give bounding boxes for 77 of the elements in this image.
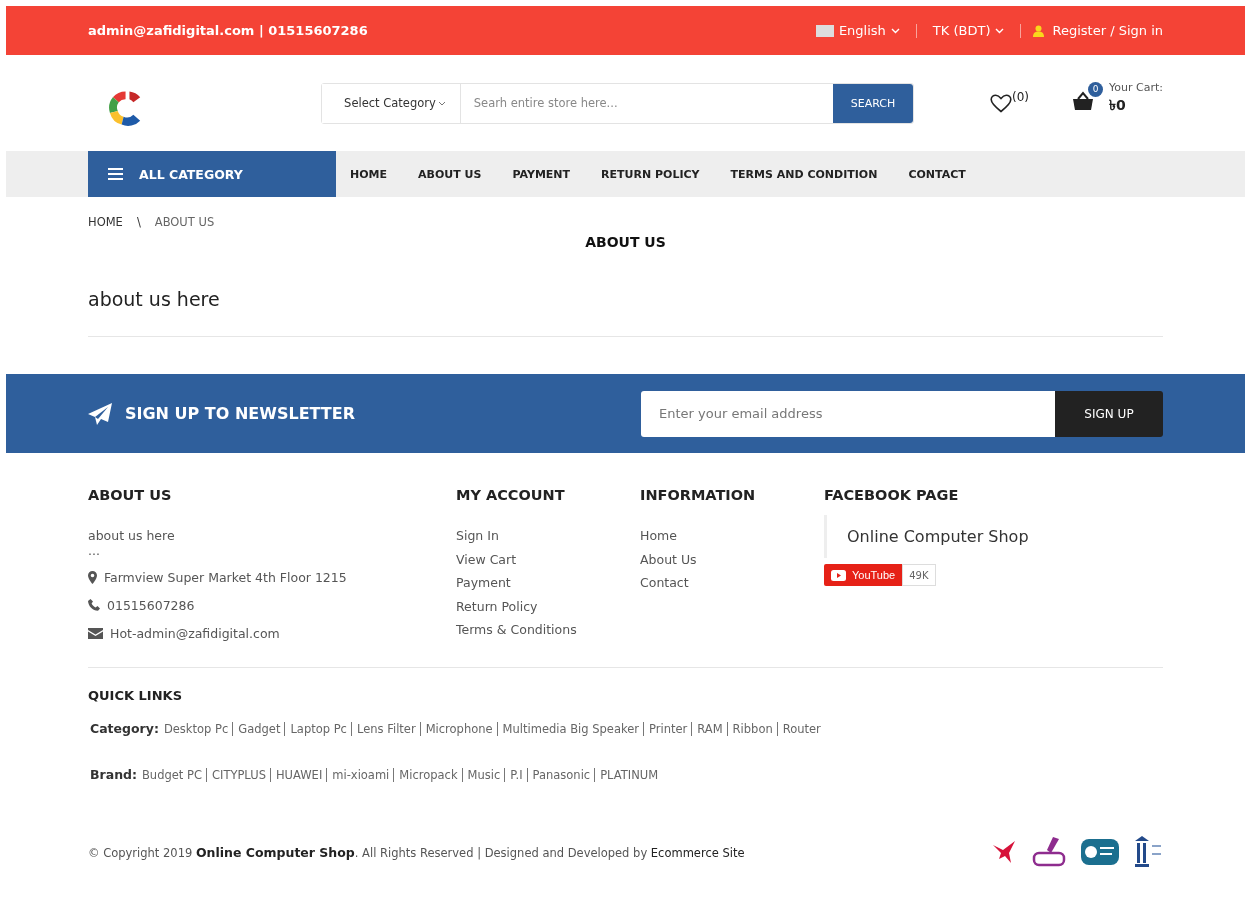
quick-link[interactable]: HUAWEI [275,768,328,782]
quick-link[interactable]: Panasonic [532,768,596,782]
youtube-button[interactable]: YouTube [824,564,903,586]
language-dropdown[interactable]: English [811,23,904,38]
all-category-button[interactable]: ALL CATEGORY [88,151,336,197]
phone-text: 01515607286 [107,597,195,613]
quick-link[interactable]: RAM [697,722,728,736]
bank-pillar-icon [1133,835,1163,869]
search-bar[interactable]: Select Category Searh entire store here... SEARCH [321,82,915,124]
category-select[interactable]: Select Category [322,83,461,123]
footer-heading: MY ACCOUNT [456,487,566,503]
address-text: Farmview Super Market 4th Floor 1215 [104,569,347,585]
play-icon [831,569,846,581]
search-button[interactable]: SEARCH [833,83,914,123]
developer-link[interactable]: Ecommerce Site [650,845,745,860]
quick-link[interactable]: CITYPLUS [211,768,271,782]
contact-info: admin@zafidigital.com | 01515607286 [88,23,368,38]
footer-heading: INFORMATION [640,487,757,503]
quick-link[interactable]: Micropack [399,768,463,782]
email-text: Hot-admin@zafidigital.com [110,625,280,641]
email-field[interactable]: Enter your email address [641,390,1055,437]
quick-link[interactable]: Gadget [238,722,286,736]
nav-link[interactable]: CONTACT [908,151,966,197]
quick-link[interactable]: PLATINUM [600,768,663,782]
quick-links-label: Brand: [90,767,137,782]
menu-icon [108,168,123,180]
heart-icon[interactable] [990,93,1013,113]
quick-link[interactable]: Multimedia Big Speaker [502,722,644,736]
flag-icon [815,24,834,37]
quick-links-heading: QUICK LINKS [88,688,184,703]
breadcrumb-link[interactable]: HOME [88,215,123,229]
sign-up-button[interactable]: SIGN UP [1055,390,1163,437]
quick-link[interactable]: Router [782,722,825,736]
newsletter-title: SIGN UP TO NEWSLETTER [125,404,355,423]
about-ellipsis: ... [88,545,101,557]
chevron-down-icon [437,100,446,106]
breadcrumb-link[interactable]: ABOUT US [154,215,215,229]
nav-link[interactable]: ABOUT US [418,151,482,197]
subscriber-count: 49K [902,564,936,586]
quick-link[interactable]: P.I [510,768,528,782]
location-pin-icon [88,570,97,584]
nav-link[interactable]: PAYMENT [512,151,571,197]
quick-link[interactable]: Laptop Pc [290,722,352,736]
paper-plane-icon [88,402,112,425]
quick-link[interactable]: mi-xioami [332,768,395,782]
user-icon [1033,24,1045,37]
cart-count-badge: 0 [1088,81,1104,97]
chevron-down-icon [890,27,900,34]
quick-link[interactable]: Microphone [425,722,498,736]
quick-link[interactable]: Printer [649,722,693,736]
cart-icon[interactable] [1071,90,1096,111]
register-link[interactable]: Register / Sign in [1052,23,1163,38]
breadcrumb-separator: \ [136,215,141,229]
quick-link[interactable]: Budget PC [142,768,207,782]
nav-link[interactable]: RETURN POLICY [601,151,700,197]
quick-link[interactable]: Music [467,768,506,782]
page-body-text: about us here [88,288,221,310]
quick-links-label: Category: [90,721,159,736]
copyright-text: © Copyright 2019 Online Computer Shop. All Rights Reserved | Designed and Developed by Ecommerce Site [88,844,745,860]
cash-on-delivery-icon [1081,839,1119,865]
footer-heading: FACEBOOK PAGE [824,487,960,503]
chevron-down-icon [995,27,1005,34]
facebook-page-link[interactable]: Online Computer Shop [847,527,1029,546]
nav-link[interactable]: HOME [350,151,388,197]
currency-dropdown[interactable]: TK (BDT) [928,23,1009,38]
cart-label: Your Cart: [1109,80,1163,94]
quick-link[interactable]: Desktop Pc [163,722,234,736]
cart-total: ৳0 [1109,95,1127,115]
footer-heading: ABOUT US [88,487,173,503]
phone-icon [88,599,100,611]
envelope-icon [88,627,103,639]
nav-link[interactable]: TERMS AND CONDITION [730,151,878,197]
page-title: ABOUT US [584,234,667,250]
about-text: about us here [88,527,176,545]
wishlist-count: (0) [1012,89,1030,104]
quick-link[interactable]: Ribbon [732,722,778,736]
quick-link[interactable]: Lens Filter [356,722,421,736]
